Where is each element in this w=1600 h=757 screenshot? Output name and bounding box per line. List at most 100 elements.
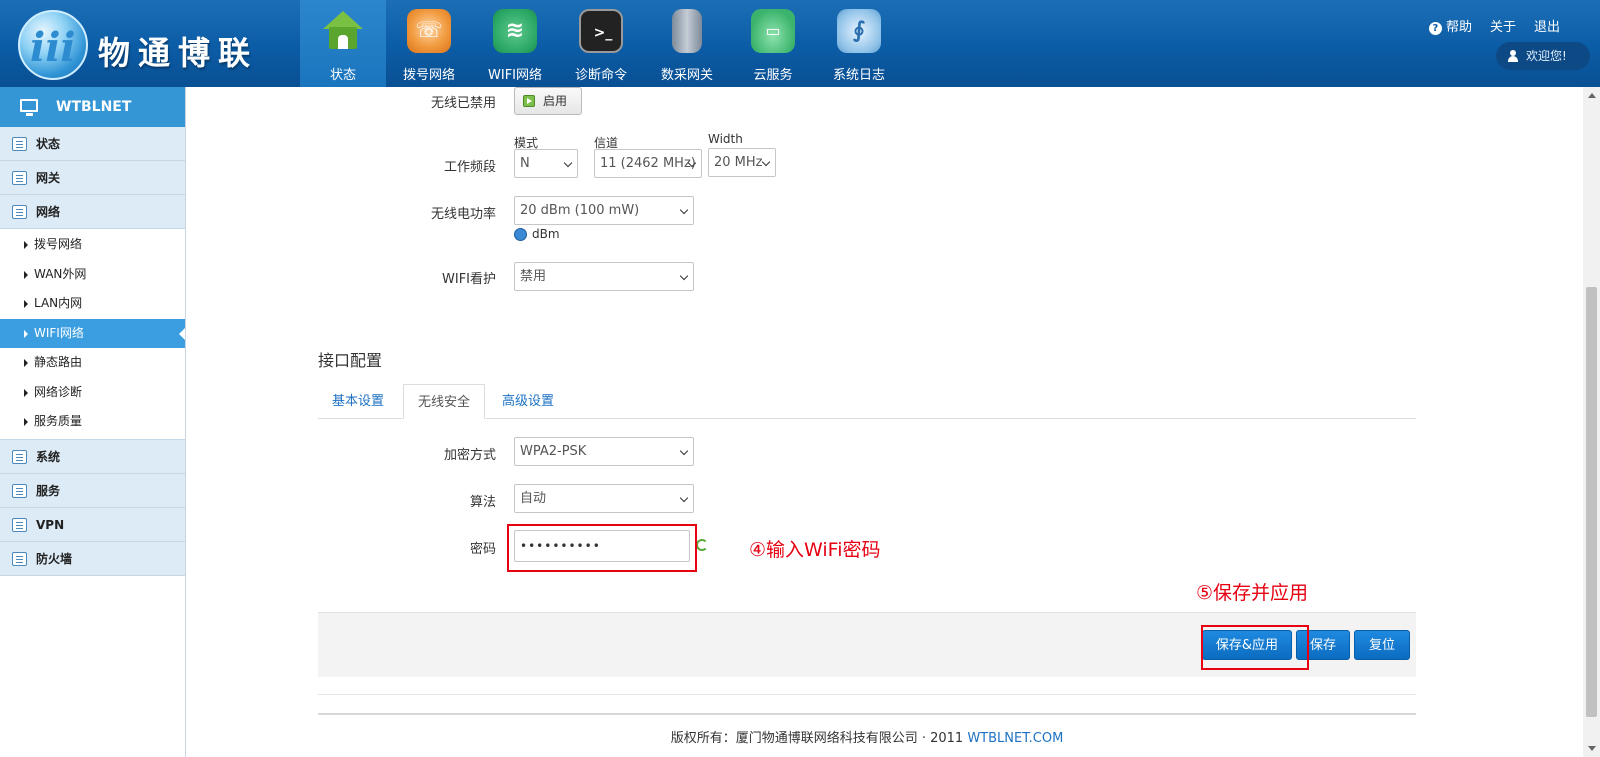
nav-cloud-service[interactable]: ▭ 云服务 [730, 0, 816, 87]
sidebar-group-label: 网关 [36, 171, 61, 185]
tab-basic-settings[interactable]: 基本设置 [318, 384, 398, 419]
nav-label: WIFI网络 [488, 68, 542, 83]
footer-copyright: 版权所有：厦门物通博联网络科技有限公司 · 2011 [670, 731, 964, 746]
sidebar-item-qos[interactable]: 服务质量 [0, 407, 185, 437]
about-link[interactable]: 关于 [1490, 16, 1516, 35]
list-icon [12, 483, 27, 498]
sidebar-group-label: 防火墙 [36, 551, 73, 566]
sidebar-item-static-route[interactable]: 静态路由 [0, 348, 185, 378]
annotation-step4: ④输入WiFi密码 [749, 539, 881, 561]
help-link[interactable]: ? 帮助 [1428, 16, 1472, 35]
chevron-down-icon [679, 446, 689, 456]
chevron-down-icon [679, 493, 689, 503]
chevron-down-icon [761, 157, 771, 167]
tab-advanced-settings[interactable]: 高级设置 [488, 384, 568, 419]
sidebar-item-wan[interactable]: WAN外网 [0, 260, 185, 290]
chevron-down-icon [679, 271, 689, 281]
nav-label: 系统日志 [832, 68, 885, 83]
sidebar-group-label: 状态 [36, 137, 61, 151]
power-select[interactable]: 20 dBm (100 mW) [514, 196, 694, 225]
welcome-text: 欢迎您! [1526, 49, 1567, 63]
nav-wifi-network[interactable]: ≋ WIFI网络 [472, 0, 558, 87]
annotation-step5: ⑤保存并应用 [1196, 582, 1309, 604]
sidebar-item-lan[interactable]: LAN内网 [0, 289, 185, 319]
encryption-value: WPA2-PSK [520, 444, 587, 459]
footer-link[interactable]: WTBLNET.COM [967, 731, 1063, 746]
nav-dial-network[interactable]: ☏ 拨号网络 [386, 0, 472, 87]
sidebar-item-wifi[interactable]: WIFI网络 [0, 318, 185, 348]
sidebar-group-status[interactable]: 状态 [0, 127, 185, 161]
list-icon [12, 171, 27, 185]
list-icon [12, 137, 27, 151]
sidebar-group-label: 服务 [36, 483, 61, 498]
reset-button[interactable]: 复位 [1354, 630, 1410, 660]
sidebar-header: WTBLNET [0, 87, 185, 127]
chevron-down-icon [679, 205, 689, 215]
enable-button[interactable]: 启用 [514, 87, 582, 115]
wireless-status-label: 无线已禁用 [430, 96, 496, 111]
footer: 版权所有：厦门物通博联网络科技有限公司 · 2011 WTBLNET.COM [186, 727, 1416, 746]
channel-select[interactable]: 11 (2462 MHz) [594, 149, 702, 178]
logout-link[interactable]: 退出 [1534, 16, 1560, 35]
power-unit-note: dBm [514, 227, 560, 241]
monitor-icon [20, 99, 38, 116]
stethoscope-icon: ∮ [837, 9, 881, 53]
nav-label: 拨号网络 [402, 68, 455, 83]
enable-icon [523, 95, 535, 107]
highlight-save-apply [1201, 625, 1309, 670]
watchdog-value: 禁用 [520, 269, 547, 284]
help-label: 帮助 [1445, 20, 1472, 35]
help-icon: ? [1428, 22, 1442, 35]
channel-value: 11 (2462 MHz) [600, 156, 696, 171]
top-header: iii 物通博联 状态 ☏ 拨号网络 ≋ WIFI网络 >_ 诊断命令 数采网关… [0, 0, 1600, 87]
power-value: 20 dBm (100 mW) [520, 203, 640, 218]
list-icon [12, 205, 27, 219]
sidebar-group-firewall[interactable]: 防火墙 [0, 541, 185, 576]
sidebar-group-label: 系统 [36, 449, 61, 464]
nav-data-gateway[interactable]: 数采网关 [644, 0, 730, 87]
sidebar-group-system[interactable]: 系统 [0, 439, 185, 474]
sidebar-group-label: VPN [36, 517, 65, 532]
welcome-badge[interactable]: 欢迎您! [1496, 42, 1590, 70]
sidebar-title: WTBLNET [56, 99, 132, 115]
nav-label: 云服务 [753, 68, 793, 83]
sidebar: WTBLNET 状态 网关 网络 拨号网络 WAN外网 LAN内网 WIFI网络… [0, 87, 186, 757]
scroll-down-icon[interactable] [1588, 746, 1596, 751]
sidebar-group-services[interactable]: 服务 [0, 473, 185, 508]
vertical-scrollbar[interactable] [1583, 87, 1600, 757]
wifi-icon: ≋ [493, 9, 537, 53]
sidebar-group-vpn[interactable]: VPN [0, 507, 185, 542]
nav-status[interactable]: 状态 [300, 0, 386, 87]
watchdog-select[interactable]: 禁用 [514, 262, 694, 291]
sidebar-group-gateway[interactable]: 网关 [0, 161, 185, 195]
main-content: 无线已禁用 启用 模式 信道 Width 工作频段 N 11 (2462 MHz… [186, 87, 1586, 757]
tab-wireless-security[interactable]: 无线安全 [403, 384, 486, 419]
dial-icon: ☏ [407, 9, 451, 53]
scroll-up-icon[interactable] [1588, 93, 1596, 98]
enable-label: 启用 [543, 94, 568, 108]
list-icon [12, 551, 27, 566]
chevron-down-icon [563, 158, 573, 168]
sidebar-item-diagnostics[interactable]: 网络诊断 [0, 378, 185, 408]
sidebar-item-dial-network[interactable]: 拨号网络 [0, 230, 185, 260]
nav-diagnostics[interactable]: >_ 诊断命令 [558, 0, 644, 87]
brand-logo: iii 物通博联 [12, 6, 292, 82]
mode-value: N [520, 156, 530, 171]
refresh-icon[interactable] [696, 539, 708, 551]
encryption-select[interactable]: WPA2-PSK [514, 437, 694, 466]
list-icon [12, 517, 27, 532]
watchdog-label: WIFI看护 [442, 272, 496, 287]
terminal-icon: >_ [579, 9, 623, 53]
width-value: 20 MHz [714, 155, 763, 170]
scroll-thumb[interactable] [1586, 287, 1597, 717]
sidebar-group-network[interactable]: 网络 [0, 195, 185, 229]
mode-select[interactable]: N [514, 149, 578, 178]
power-label: 无线电功率 [430, 207, 496, 222]
width-select[interactable]: 20 MHz [708, 148, 776, 177]
cipher-select[interactable]: 自动 [514, 484, 694, 513]
top-right-links: ? 帮助 关于 退出 [1428, 16, 1560, 35]
cipher-label: 算法 [469, 495, 496, 510]
logo-mark-icon: iii [18, 10, 88, 80]
nav-system-log[interactable]: ∮ 系统日志 [816, 0, 902, 87]
divider [318, 694, 1416, 695]
